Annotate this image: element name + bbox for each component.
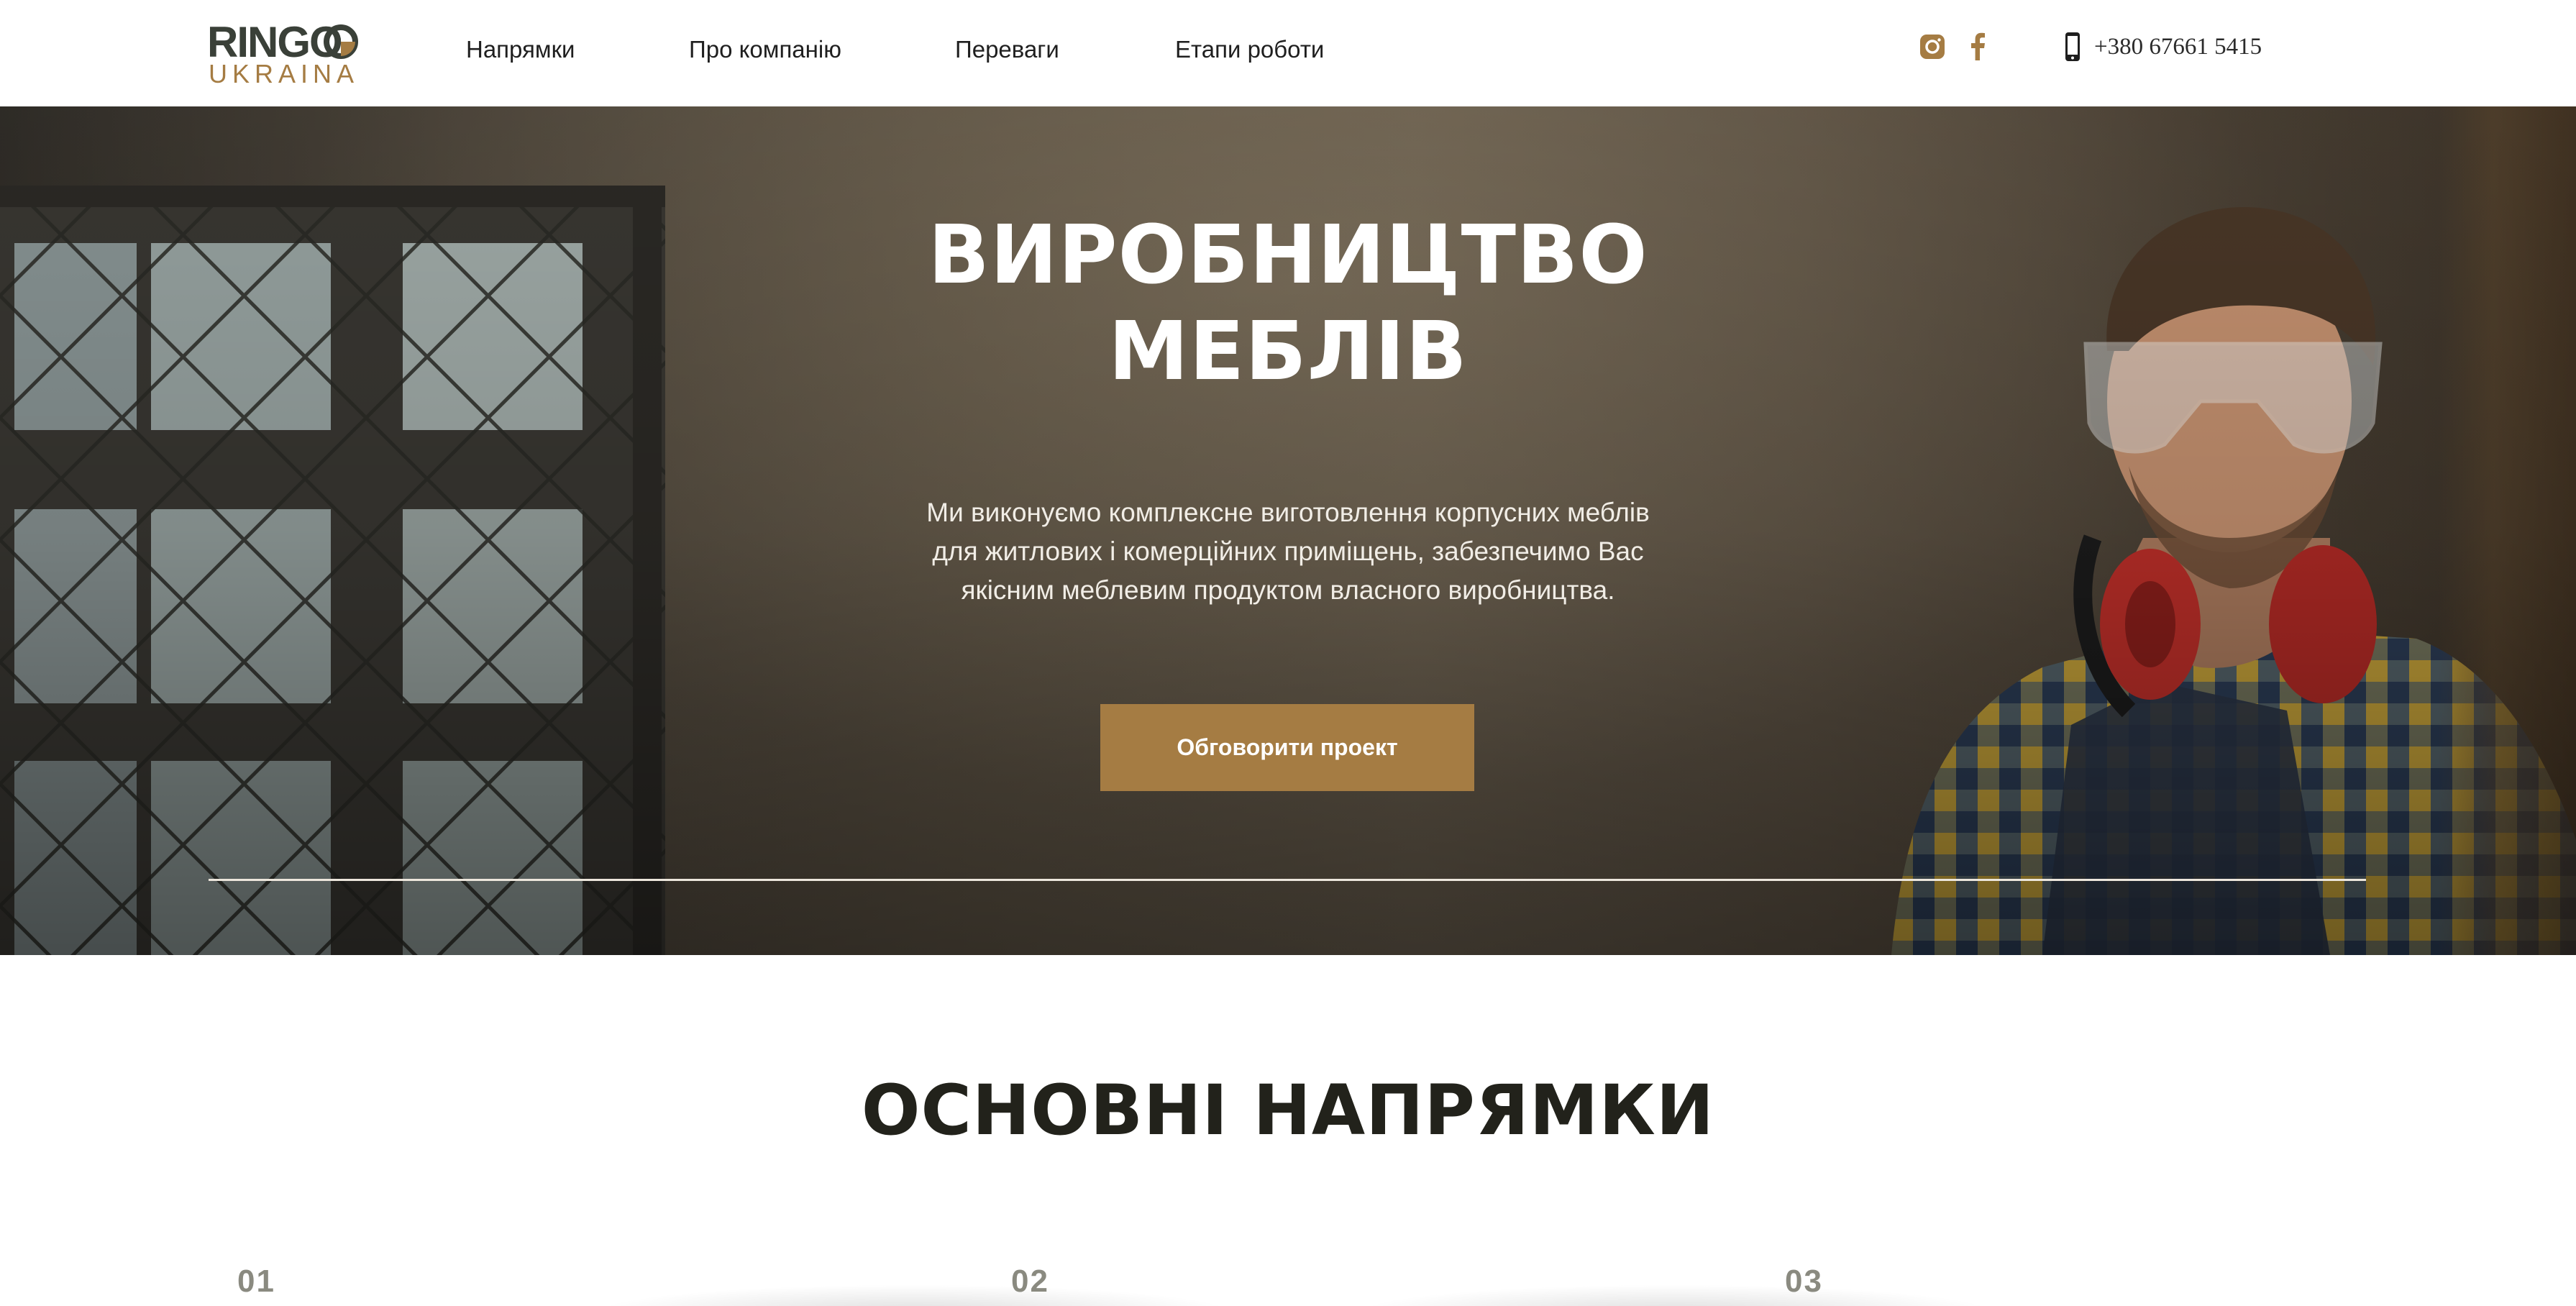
logo-leaf-icon <box>324 24 358 59</box>
site-header: RINGO UKRAINA Напрямки Про компанію Пере… <box>0 0 2576 106</box>
direction-card-2-number: 02 <box>1011 1264 1049 1299</box>
header-phone[interactable]: +380 67661 5415 <box>2064 29 2262 65</box>
nav-item-about[interactable]: Про компанію <box>689 32 841 68</box>
direction-card-1-shadow <box>590 1284 1237 1306</box>
hero-description: Ми виконуємо комплексне виготовлення кор… <box>892 493 1684 610</box>
direction-card-1-number: 01 <box>237 1264 275 1299</box>
hero-desc-line3: якісним меблевим продуктом власного виро… <box>961 575 1615 605</box>
direction-card-3-number: 03 <box>1785 1264 1823 1299</box>
phone-icon <box>2065 32 2080 61</box>
hero-title-line1: ВИРОБНИЦТВО <box>928 209 1648 302</box>
hero-divider <box>209 879 2366 881</box>
logo-wordmark: RINGO <box>207 18 343 66</box>
direction-card-2-shadow <box>1352 1284 1999 1306</box>
directions-title: ОСНОВНІ НАПРЯМКИ <box>861 1070 1715 1151</box>
hero-title: ВИРОБНИЦТВО МЕБЛІВ <box>857 207 1719 400</box>
nav-item-directions[interactable]: Напрямки <box>466 32 575 68</box>
phone-number: +380 67661 5415 <box>2094 33 2262 60</box>
discuss-project-button[interactable]: Обговорити проект <box>1100 704 1474 791</box>
site-logo[interactable]: RINGO UKRAINA <box>207 18 358 88</box>
nav-item-stages[interactable]: Етапи роботи <box>1175 32 1324 68</box>
facebook-icon[interactable] <box>1969 29 1986 68</box>
hero-desc-line1: Ми виконуємо комплексне виготовлення кор… <box>926 498 1650 527</box>
nav-item-advantages[interactable]: Переваги <box>955 32 1059 68</box>
logo-subtitle: UKRAINA <box>209 59 360 88</box>
hero-section: ВИРОБНИЦТВО МЕБЛІВ Ми виконуємо комплекс… <box>0 106 2576 955</box>
hero-desc-line2: для житлових і комерційних приміщень, за… <box>932 536 1644 566</box>
hero-title-line2: МЕБЛІВ <box>1108 305 1468 398</box>
instagram-icon[interactable] <box>1919 29 1946 68</box>
